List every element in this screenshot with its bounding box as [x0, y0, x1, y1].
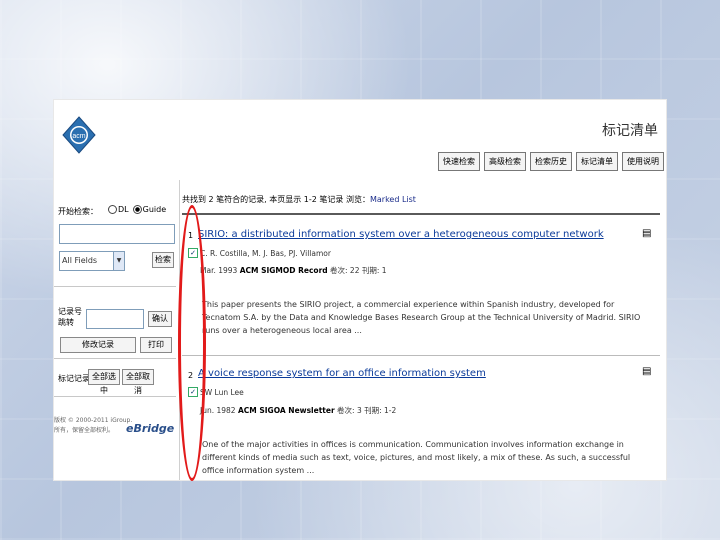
- marked-list-button[interactable]: 标记清单: [576, 152, 618, 171]
- result-summary: 共找到 2 笔符合的记录, 本页显示 1-2 笔记录 浏览：Marked Lis…: [182, 195, 416, 204]
- record-number-label: 记录号 跳转: [58, 307, 82, 327]
- record-icon[interactable]: ▤: [642, 228, 651, 239]
- results-top-rule: [182, 213, 660, 215]
- highlight-oval-annotation: [178, 205, 206, 481]
- sidebar-divider: [54, 286, 176, 287]
- result-separator: [182, 355, 660, 356]
- search-button[interactable]: 检索: [152, 252, 174, 268]
- clear-all-button[interactable]: 全部取消: [122, 369, 154, 395]
- ebridge-logo: eBridge: [126, 422, 175, 435]
- marked-list-link[interactable]: Marked List: [370, 195, 416, 204]
- page-title: 标记清单: [602, 123, 658, 139]
- record-number-input[interactable]: [86, 309, 144, 329]
- top-toolbar: 快速检索 高级检索 检索历史 标记清单 使用说明: [438, 152, 664, 171]
- sidebar-divider: [54, 358, 176, 359]
- result-title-link[interactable]: SIRIO: a distributed information system …: [198, 229, 604, 240]
- source-radio-group: DL Guide: [108, 205, 166, 214]
- result-authors: SW Lun Lee: [200, 388, 244, 397]
- record-icon[interactable]: ▤: [642, 366, 651, 377]
- modify-record-button[interactable]: 修改记录: [60, 337, 136, 353]
- marked-records-label: 标记记录: [58, 374, 90, 383]
- result-abstract: This paper presents the SIRIO project, a…: [202, 300, 641, 335]
- search-label: 开始检索：: [58, 207, 98, 216]
- print-button[interactable]: 打印: [140, 337, 172, 353]
- field-select[interactable]: All Fields ▼: [59, 251, 125, 271]
- radio-dl[interactable]: DL: [108, 205, 129, 214]
- copyright-text: 版权 © 2000-2011 iGroup. 所有，保留全部权利。: [54, 417, 133, 434]
- logo-text: acm: [72, 133, 85, 140]
- advanced-search-button[interactable]: 高级检索: [484, 152, 526, 171]
- quick-search-button[interactable]: 快速检索: [438, 152, 480, 171]
- select-all-button[interactable]: 全部选中: [88, 369, 120, 395]
- search-history-button[interactable]: 检索历史: [530, 152, 572, 171]
- sidebar-divider: [54, 396, 176, 397]
- confirm-button[interactable]: 确认: [148, 311, 172, 327]
- result-authors: C. R. Costilla, M. J. Bas, PJ. Villamor: [200, 249, 331, 258]
- chevron-down-icon: ▼: [113, 252, 124, 270]
- help-button[interactable]: 使用说明: [622, 152, 664, 171]
- result-abstract: One of the major activities in offices i…: [202, 440, 631, 475]
- browser-page: acm 标记清单 快速检索 高级检索 检索历史 标记清单 使用说明 开始检索： …: [54, 100, 666, 480]
- search-input[interactable]: [59, 224, 175, 244]
- result-meta: Mar. 1993 ACM SIGMOD Record 卷次: 22 刊期: 1: [200, 266, 387, 275]
- radio-guide[interactable]: Guide: [132, 205, 166, 214]
- result-meta: Jun. 1982 ACM SIGOA Newsletter 卷次: 3 刊期:…: [200, 406, 397, 415]
- acm-logo: acm: [62, 116, 96, 154]
- result-title-link[interactable]: A voice response system for an office in…: [198, 368, 486, 379]
